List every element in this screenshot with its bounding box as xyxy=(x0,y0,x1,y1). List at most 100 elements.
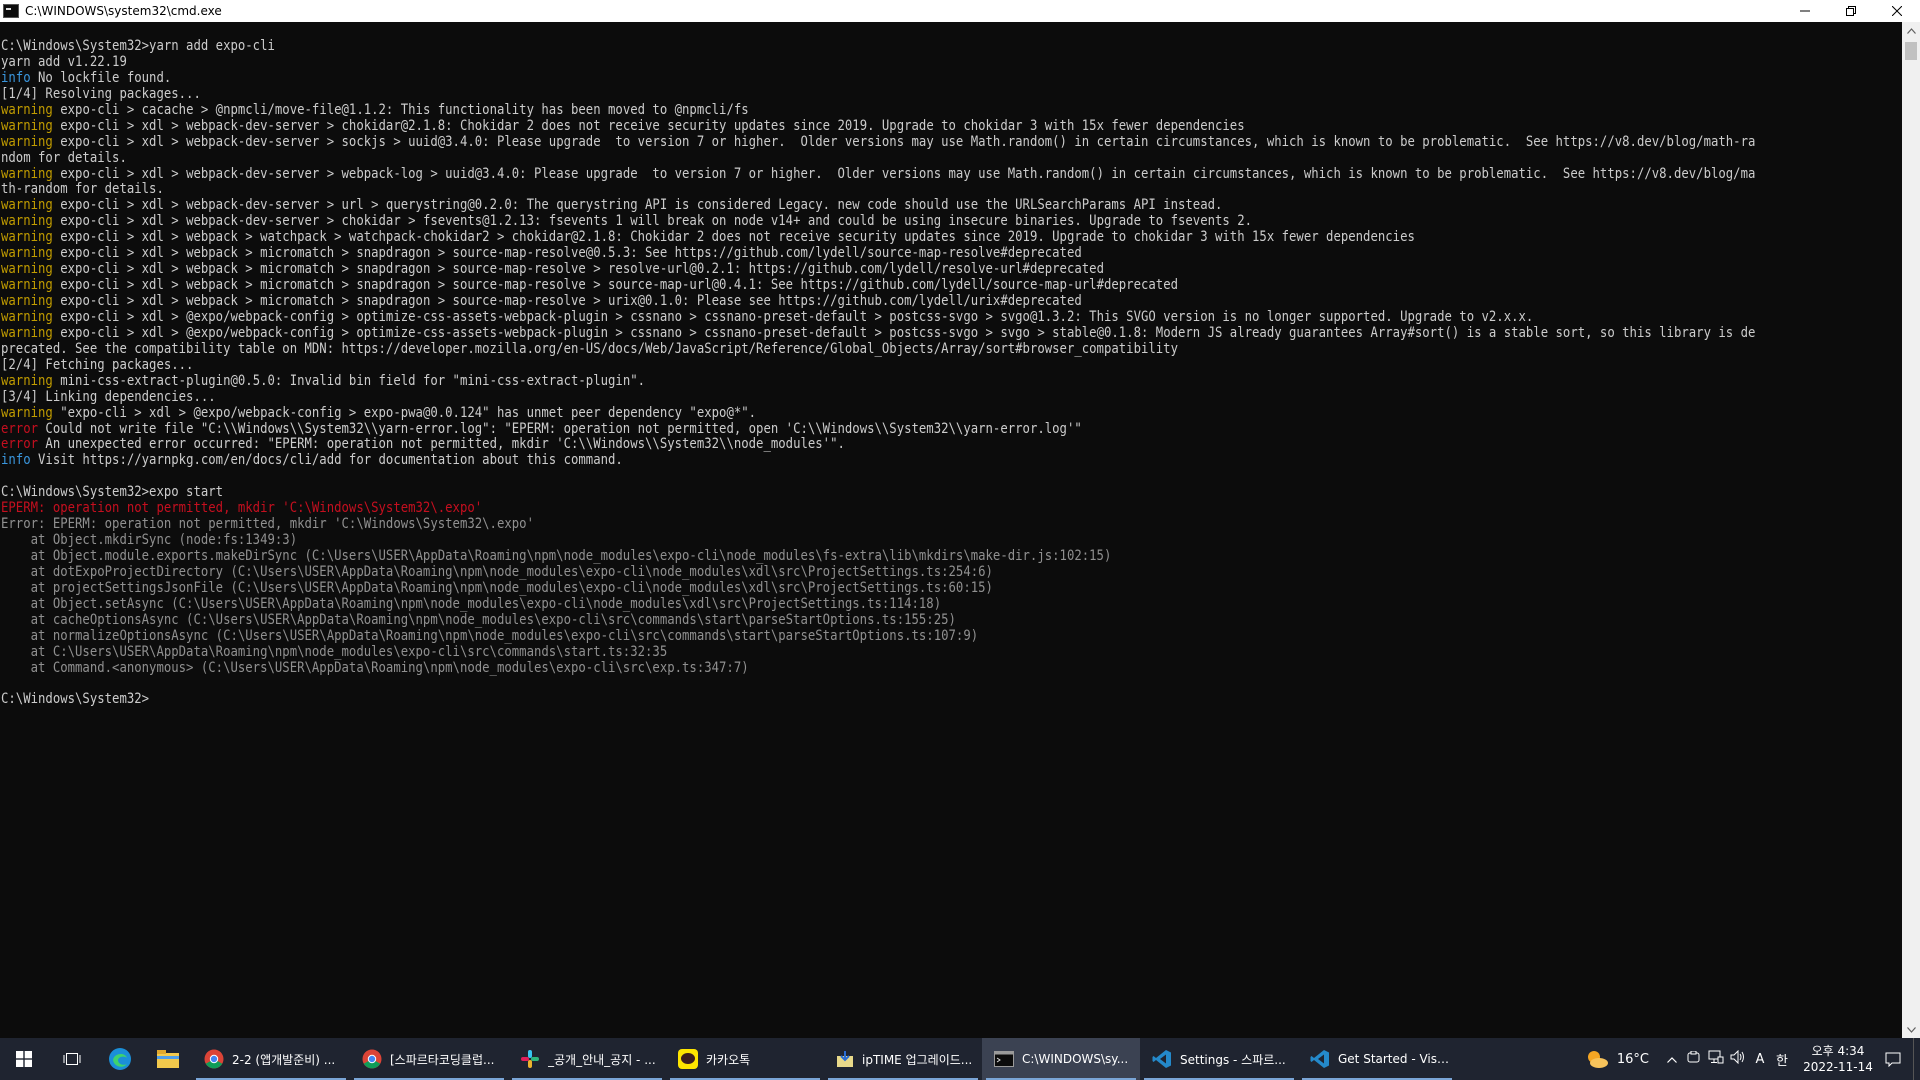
show-desktop-button[interactable] xyxy=(1913,1038,1920,1080)
console-line: [2/4] Fetching packages... xyxy=(1,357,1636,374)
weather-cloud-sun-icon xyxy=(1587,1051,1608,1068)
taskbar-app-label: 2-2 (앱개발준비) ... xyxy=(232,1052,336,1067)
console-line: at cacheOptionsAsync (C:\Users\USER\AppD… xyxy=(1,611,1636,629)
console-line: warning expo-cli > xdl > webpack-dev-ser… xyxy=(1,197,1636,214)
taskbar-app-label: [스파르타코딩클럽... xyxy=(390,1052,495,1067)
window-title: C:\WINDOWS\system32\cmd.exe xyxy=(25,4,222,18)
console-text-segment: expo-cli > xdl > webpack-dev-server > ur… xyxy=(52,197,1223,214)
console-text-segment: warning xyxy=(1,324,53,341)
console-text-segment: ndom for details. xyxy=(1,149,127,166)
console-text-segment: warning xyxy=(1,372,53,389)
console-line: th-random for details. xyxy=(1,181,1636,198)
console-text-segment: warning xyxy=(1,101,53,118)
console-text-segment: warning xyxy=(1,404,53,421)
scroll-down-button[interactable] xyxy=(1902,1021,1920,1038)
close-icon xyxy=(1892,6,1902,16)
console-text-segment: info xyxy=(1,69,31,86)
taskbar-app-chrome-2[interactable]: [스파르타코딩클럽... xyxy=(350,1038,508,1080)
taskbar-app-cmd[interactable]: C:\WINDOWS\sy... xyxy=(982,1038,1140,1080)
console-text-segment: warning xyxy=(1,308,53,325)
clock[interactable]: 오후 4:34 2022-11-14 xyxy=(1803,1043,1873,1075)
console-text-segment: expo-cli > cacache > @npmcli/move-file@1… xyxy=(52,101,749,118)
vertical-scrollbar[interactable] xyxy=(1902,22,1920,1038)
ime-mode-hangul[interactable]: 한 xyxy=(1771,1050,1793,1069)
console-line: warning expo-cli > xdl > webpack-dev-ser… xyxy=(1,117,1636,135)
onedrive-icon[interactable] xyxy=(1683,1050,1705,1067)
console-text-segment: th-random for details. xyxy=(1,181,164,198)
task-view-icon xyxy=(63,1053,81,1065)
iptime-icon xyxy=(837,1051,853,1067)
taskbar-app-label: Get Started - Visua... xyxy=(1338,1052,1450,1066)
console-line: [3/4] Linking dependencies... xyxy=(1,388,1636,406)
console-text-segment: expo-cli > xdl > @expo/webpack-config > … xyxy=(52,308,1534,325)
console-line: C:\Windows\System32> xyxy=(1,691,1636,708)
console-line: warning expo-cli > xdl > webpack > micro… xyxy=(1,293,1636,310)
console-line: C:\Windows\System32>expo start xyxy=(1,484,1636,501)
console-text-segment: An unexpected error occurred: "EPERM: op… xyxy=(38,436,845,453)
taskbar-app-vscode-getstarted[interactable]: Get Started - Visua... xyxy=(1298,1038,1456,1080)
notification-icon xyxy=(1885,1052,1901,1067)
file-explorer-button[interactable] xyxy=(144,1038,192,1080)
close-button[interactable] xyxy=(1874,0,1920,22)
edge-icon xyxy=(109,1048,131,1070)
console-text-segment: at cacheOptionsAsync (C:\Users\USER\AppD… xyxy=(1,611,956,628)
console-text-segment: Error: EPERM: operation not permitted, m… xyxy=(1,516,534,533)
taskbar-app-label: ipTIME 업그레이드... xyxy=(862,1052,973,1067)
console-text-segment: expo-cli > xdl > webpack > micromatch > … xyxy=(52,293,1082,309)
scroll-thumb[interactable] xyxy=(1905,42,1917,60)
taskbar-app-kakaotalk[interactable]: 카카오톡 xyxy=(666,1038,824,1080)
console-text-segment: warning xyxy=(1,261,53,278)
console-text-segment: warning xyxy=(1,293,53,309)
console-text-segment: [3/4] Linking dependencies... xyxy=(1,388,216,405)
restore-button[interactable] xyxy=(1828,0,1874,22)
edge-button[interactable] xyxy=(96,1038,144,1080)
console-text-segment: No lockfile found. xyxy=(30,69,172,86)
console-line: C:\Windows\System32>yarn add expo-cli xyxy=(1,38,1636,55)
window-controls xyxy=(1782,0,1920,22)
console-line: warning mini-css-extract-plugin@0.5.0: I… xyxy=(1,372,1636,390)
console-line: error An unexpected error occurred: "EPE… xyxy=(1,436,1636,453)
taskbar-app-iptime[interactable]: ipTIME 업그레이드... xyxy=(824,1038,982,1080)
console-text-segment: expo-cli > xdl > webpack-dev-server > so… xyxy=(52,133,1756,150)
console-text-segment: EPERM: operation not permitted, mkdir 'C… xyxy=(1,500,483,517)
chrome-icon xyxy=(362,1049,382,1069)
console-line: at C:\Users\USER\AppData\Roaming\npm\nod… xyxy=(1,644,1636,661)
clock-date: 2022-11-14 xyxy=(1803,1060,1873,1074)
volume-icon[interactable] xyxy=(1727,1049,1749,1068)
scroll-up-button[interactable] xyxy=(1902,22,1920,39)
console-text-segment: warning xyxy=(1,197,53,214)
console-text-segment: expo-cli > xdl > webpack-dev-server > ch… xyxy=(52,213,1253,230)
weather-widget[interactable]: 16°C xyxy=(1585,1049,1649,1069)
show-hidden-icons-chevron-icon[interactable] xyxy=(1661,1052,1683,1067)
console-line: error Could not write file "C:\\Windows\… xyxy=(1,421,1636,438)
notification-center-button[interactable] xyxy=(1873,1038,1913,1080)
task-view-button[interactable] xyxy=(48,1038,96,1080)
console-text-segment: at Object.module.exports.makeDirSync (C:… xyxy=(1,548,1112,564)
minimize-button[interactable] xyxy=(1782,0,1828,22)
console-line: warning expo-cli > cacache > @npmcli/mov… xyxy=(1,101,1636,119)
console-text-segment: C:\Windows\System32> xyxy=(1,691,150,708)
console-text-segment: at normalizeOptionsAsync (C:\Users\USER\… xyxy=(1,627,979,644)
console-line: at Object.setAsync (C:\Users\USER\AppDat… xyxy=(1,596,1636,613)
taskbar-app-label: C:\WINDOWS\sy... xyxy=(1022,1052,1129,1066)
restore-icon xyxy=(1846,6,1856,16)
console-output[interactable]: C:\Windows\System32>yarn add expo-cli yar… xyxy=(0,22,1902,1038)
kakaotalk-icon xyxy=(678,1049,698,1069)
console-line: Error: EPERM: operation not permitted, m… xyxy=(1,516,1636,533)
taskbar-app-vscode-settings[interactable]: Settings - 스파르... xyxy=(1140,1038,1298,1080)
console-text-segment: warning xyxy=(1,117,53,134)
network-icon[interactable] xyxy=(1705,1050,1727,1068)
taskbar-app-slack[interactable]: _공개_안내_공지 - ... xyxy=(508,1038,666,1080)
console-text-segment: expo-cli > xdl > webpack > micromatch > … xyxy=(52,245,1082,262)
console-text-segment: C:\Windows\System32>yarn add expo-cli xyxy=(1,38,275,54)
console-text-segment: expo-cli > xdl > webpack > watchpack > w… xyxy=(52,229,1415,246)
start-button[interactable] xyxy=(0,1038,48,1080)
console-line: yarn add v1.22.19 xyxy=(1,54,1636,71)
console-text-segment: at Object.mkdirSync (node:fs:1349:3) xyxy=(1,532,298,549)
slack-icon xyxy=(521,1050,539,1068)
ime-mode-a[interactable]: A xyxy=(1749,1052,1771,1067)
taskbar-app-chrome-1[interactable]: 2-2 (앱개발준비) ... xyxy=(192,1038,350,1080)
console-text-segment: info xyxy=(1,452,31,469)
console-text-segment: "expo-cli > xdl > @expo/webpack-config >… xyxy=(52,404,757,421)
